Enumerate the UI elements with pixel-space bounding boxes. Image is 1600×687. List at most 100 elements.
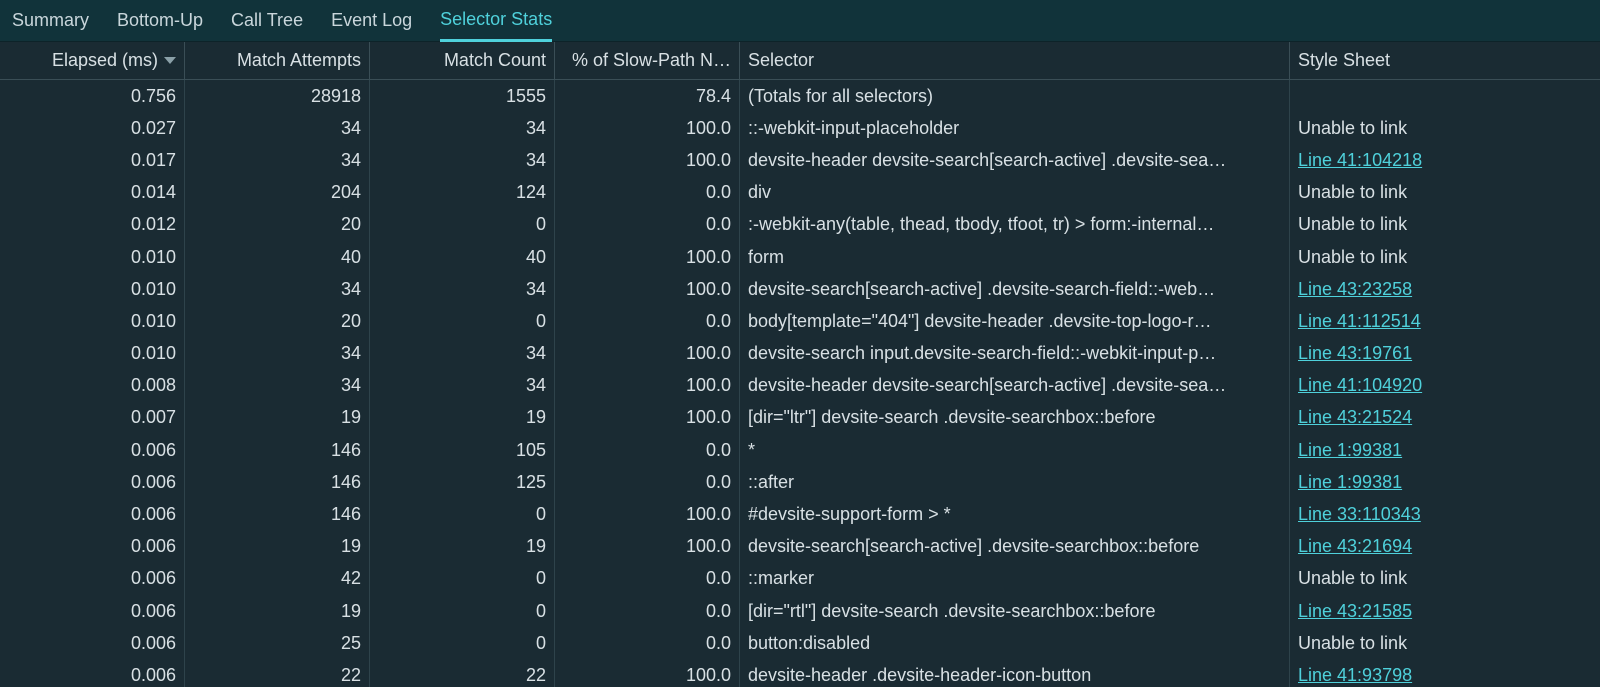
- cell-selector: devsite-search[search-active] .devsite-s…: [740, 531, 1290, 563]
- cell-attempts: 34: [185, 273, 370, 305]
- cell-count: 34: [370, 338, 555, 370]
- cell-elapsed: 0.010: [0, 241, 185, 273]
- cell-selector: [dir="rtl"] devsite-search .devsite-sear…: [740, 595, 1290, 627]
- cell-count: 22: [370, 659, 555, 687]
- cell-elapsed: 0.017: [0, 144, 185, 176]
- table-row[interactable]: 0.0103434100.0devsite-search[search-acti…: [0, 273, 1600, 305]
- table-row[interactable]: 0.0103434100.0devsite-search input.devsi…: [0, 338, 1600, 370]
- cell-elapsed: 0.008: [0, 370, 185, 402]
- cell-elapsed: 0.756: [0, 80, 185, 112]
- table-row[interactable]: 0.0064200.0::markerUnable to link: [0, 563, 1600, 595]
- stylesheet-link[interactable]: Line 43:19761: [1298, 343, 1412, 364]
- cell-selector: devsite-header devsite-search[search-act…: [740, 370, 1290, 402]
- cell-slowpct: 100.0: [555, 338, 740, 370]
- cell-stylesheet: Line 43:21694: [1290, 531, 1600, 563]
- table-row[interactable]: 0.0071919100.0[dir="ltr"] devsite-search…: [0, 402, 1600, 434]
- column-header[interactable]: % of Slow-Path N…: [555, 42, 740, 79]
- table-row[interactable]: 0.0061460100.0#devsite-support-form > *L…: [0, 498, 1600, 530]
- stylesheet-link[interactable]: Line 43:21585: [1298, 601, 1412, 622]
- stylesheet-link[interactable]: Line 41:93798: [1298, 665, 1412, 686]
- table-row[interactable]: 0.0061900.0[dir="rtl"] devsite-search .d…: [0, 595, 1600, 627]
- cell-slowpct: 100.0: [555, 402, 740, 434]
- stylesheet-link[interactable]: Line 33:110343: [1298, 504, 1421, 525]
- table-row[interactable]: 0.0273434100.0::-webkit-input-placeholde…: [0, 112, 1600, 144]
- cell-attempts: 19: [185, 531, 370, 563]
- tab-summary[interactable]: Summary: [12, 0, 89, 41]
- tab-event-log[interactable]: Event Log: [331, 0, 412, 41]
- cell-slowpct: 100.0: [555, 144, 740, 176]
- tab-bottom-up[interactable]: Bottom-Up: [117, 0, 203, 41]
- column-header-label: Selector: [748, 50, 814, 71]
- column-header[interactable]: Selector: [740, 42, 1290, 79]
- cell-selector: ::marker: [740, 563, 1290, 595]
- cell-count: 0: [370, 595, 555, 627]
- cell-elapsed: 0.006: [0, 627, 185, 659]
- column-header-label: Style Sheet: [1298, 50, 1390, 71]
- cell-attempts: 19: [185, 595, 370, 627]
- table-header: Elapsed (ms) Match Attempts Match Count % o…: [0, 42, 1600, 80]
- cell-stylesheet: Line 1:99381: [1290, 466, 1600, 498]
- table-row[interactable]: 0.0173434100.0devsite-header devsite-sea…: [0, 144, 1600, 176]
- cell-stylesheet: [1290, 80, 1600, 112]
- cell-attempts: 25: [185, 627, 370, 659]
- table-row[interactable]: 0.0062222100.0devsite-header .devsite-he…: [0, 659, 1600, 687]
- column-header[interactable]: Match Attempts: [185, 42, 370, 79]
- stylesheet-link[interactable]: Line 43:21694: [1298, 536, 1412, 557]
- cell-attempts: 34: [185, 338, 370, 370]
- cell-attempts: 28918: [185, 80, 370, 112]
- cell-elapsed: 0.007: [0, 402, 185, 434]
- cell-elapsed: 0.006: [0, 466, 185, 498]
- stylesheet-link[interactable]: Line 43:21524: [1298, 407, 1412, 428]
- table-row[interactable]: 0.0142041240.0divUnable to link: [0, 177, 1600, 209]
- cell-slowpct: 0.0: [555, 595, 740, 627]
- column-header-label: Match Count: [444, 50, 546, 71]
- cell-attempts: 19: [185, 402, 370, 434]
- column-header-label: Elapsed (ms): [52, 50, 158, 71]
- table-row[interactable]: 0.0061919100.0devsite-search[search-acti…: [0, 531, 1600, 563]
- cell-slowpct: 100.0: [555, 531, 740, 563]
- table-row[interactable]: 0.0061461050.0*Line 1:99381: [0, 434, 1600, 466]
- cell-slowpct: 0.0: [555, 305, 740, 337]
- cell-selector: (Totals for all selectors): [740, 80, 1290, 112]
- stylesheet-link[interactable]: Line 1:99381: [1298, 440, 1402, 461]
- table-row[interactable]: 0.0122000.0:-webkit-any(table, thead, tb…: [0, 209, 1600, 241]
- cell-count: 0: [370, 627, 555, 659]
- cell-slowpct: 100.0: [555, 112, 740, 144]
- cell-slowpct: 0.0: [555, 563, 740, 595]
- stylesheet-link[interactable]: Line 41:104218: [1298, 150, 1422, 171]
- cell-elapsed: 0.006: [0, 434, 185, 466]
- cell-attempts: 20: [185, 305, 370, 337]
- table-row[interactable]: 0.0102000.0body[template="404"] devsite-…: [0, 305, 1600, 337]
- cell-elapsed: 0.014: [0, 177, 185, 209]
- column-header[interactable]: Elapsed (ms): [0, 42, 185, 79]
- table-row[interactable]: 0.75628918155578.4(Totals for all select…: [0, 80, 1600, 112]
- stylesheet-link[interactable]: Line 43:23258: [1298, 279, 1412, 300]
- cell-count: 34: [370, 112, 555, 144]
- cell-elapsed: 0.006: [0, 498, 185, 530]
- stylesheet-link[interactable]: Line 41:112514: [1298, 311, 1421, 332]
- cell-selector: [dir="ltr"] devsite-search .devsite-sear…: [740, 402, 1290, 434]
- cell-elapsed: 0.006: [0, 595, 185, 627]
- tab-call-tree[interactable]: Call Tree: [231, 0, 303, 41]
- cell-selector: *: [740, 434, 1290, 466]
- table-body: 0.75628918155578.4(Totals for all select…: [0, 80, 1600, 687]
- stylesheet-link[interactable]: Line 41:104920: [1298, 375, 1422, 396]
- table-row[interactable]: 0.0083434100.0devsite-header devsite-sea…: [0, 370, 1600, 402]
- table-row[interactable]: 0.0061461250.0::afterLine 1:99381: [0, 466, 1600, 498]
- column-header[interactable]: Style Sheet: [1290, 42, 1600, 79]
- cell-elapsed: 0.006: [0, 659, 185, 687]
- cell-selector: button:disabled: [740, 627, 1290, 659]
- table-row[interactable]: 0.0062500.0button:disabledUnable to link: [0, 627, 1600, 659]
- table-row[interactable]: 0.0104040100.0formUnable to link: [0, 241, 1600, 273]
- tab-selector-stats[interactable]: Selector Stats: [440, 1, 552, 42]
- cell-stylesheet: Unable to link: [1290, 177, 1600, 209]
- detail-tabs: Summary Bottom-Up Call Tree Event Log Select…: [0, 0, 1600, 42]
- cell-count: 0: [370, 209, 555, 241]
- cell-attempts: 20: [185, 209, 370, 241]
- column-header[interactable]: Match Count: [370, 42, 555, 79]
- stylesheet-link[interactable]: Line 1:99381: [1298, 472, 1402, 493]
- cell-slowpct: 0.0: [555, 177, 740, 209]
- cell-stylesheet: Line 1:99381: [1290, 434, 1600, 466]
- cell-count: 19: [370, 402, 555, 434]
- cell-attempts: 146: [185, 434, 370, 466]
